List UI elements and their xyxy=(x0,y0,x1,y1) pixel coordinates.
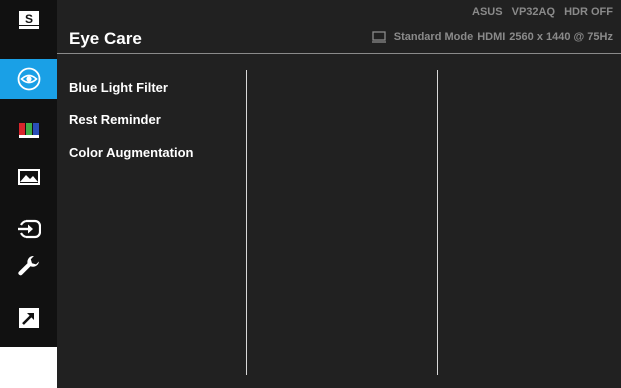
monitor-icon xyxy=(371,31,386,43)
sidebar-item-shortcut[interactable] xyxy=(0,298,57,338)
menu-item-color-augmentation[interactable]: Color Augmentation xyxy=(69,145,193,160)
page-title: Eye Care xyxy=(69,29,142,48)
brand-label: ASUS xyxy=(472,6,503,18)
shortcut-arrow-icon xyxy=(18,308,39,328)
menu-item-rest-reminder[interactable]: Rest Reminder xyxy=(69,112,161,127)
model-name-label: VP32AQ xyxy=(511,6,556,18)
sidebar-item-eye-care[interactable] xyxy=(0,59,57,99)
sidebar-item-image[interactable] xyxy=(0,157,57,197)
wrench-icon xyxy=(17,255,39,276)
menu-item-blue-light-filter[interactable]: Blue Light Filter xyxy=(69,80,168,95)
column-divider-1 xyxy=(246,70,247,375)
column-divider-2 xyxy=(437,70,438,375)
hdr-status: HDR OFF xyxy=(564,6,613,18)
status-line-signal: Standard Mode HDMI 2560 x 1440 @ 75Hz xyxy=(371,31,613,43)
s-logo-label: S xyxy=(24,12,32,26)
osd-menu: S Eye Care ASUS VP32AQ HDR OFF Standard … xyxy=(0,0,621,388)
eye-icon xyxy=(17,67,40,91)
status-line-model: ASUS VP32AQ HDR OFF xyxy=(466,6,613,18)
input-source-status: HDMI xyxy=(477,31,506,43)
sidebar-bottom-blank xyxy=(0,347,57,388)
color-bars-icon xyxy=(18,123,39,138)
header-divider xyxy=(57,53,621,54)
sidebar-item-color[interactable] xyxy=(0,110,57,150)
sidebar-item-splendid[interactable]: S xyxy=(0,0,57,40)
sidebar: S xyxy=(0,0,57,388)
picture-mode-status: Standard Mode xyxy=(393,31,474,43)
sidebar-item-input-select[interactable] xyxy=(0,209,57,249)
sidebar-item-system-setup[interactable] xyxy=(0,247,57,287)
s-logo-icon: S xyxy=(18,11,39,29)
resolution-status: 2560 x 1440 @ 75Hz xyxy=(509,31,613,43)
image-icon xyxy=(17,169,40,185)
input-select-icon xyxy=(17,219,41,239)
